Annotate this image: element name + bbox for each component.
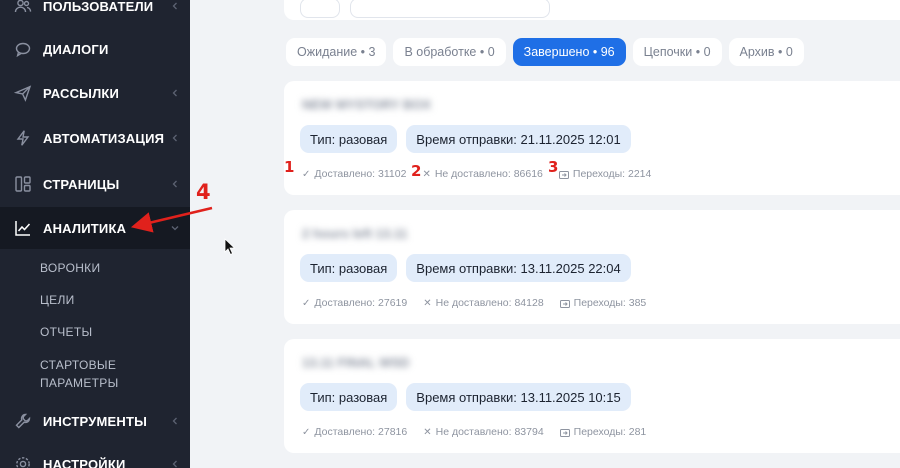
users-icon <box>14 0 32 15</box>
mailing-type-chip: Тип: разовая <box>300 125 398 153</box>
sidebar-item-label: НАСТРОЙКИ <box>43 456 126 468</box>
chevron-left-icon <box>172 460 177 468</box>
annotation-marker-4: 4 <box>196 180 211 204</box>
mailing-card[interactable]: 13.11 FINAL WSD Тип: разовая Время отпра… <box>284 339 900 453</box>
chevron-left-icon <box>172 2 177 10</box>
mailing-type-chip: Тип: разовая <box>300 383 398 411</box>
not-delivered-stat: ✕ Не доставлено: 86616 <box>422 168 543 180</box>
check-icon: ✓ <box>302 168 311 180</box>
delivered-stat: ✓ Доставлено: 27619 <box>302 297 408 309</box>
sidebar-item-tools[interactable]: ИНСТРУМЕНТЫ <box>0 401 190 441</box>
cross-icon: ✕ <box>422 168 431 180</box>
chevron-left-icon <box>172 180 177 188</box>
mailing-send-time-chip: Время отправки: 21.11.2025 12:01 <box>406 125 631 153</box>
tab-chains[interactable]: Цепочки • 0 <box>632 38 722 66</box>
cross-icon: ✕ <box>423 297 432 309</box>
chevron-left-icon <box>172 417 177 425</box>
delivered-stat: ✓ Доставлено: 31102 <box>302 168 407 180</box>
sidebar-item-label: ПОЛЬЗОВАТЕЛИ <box>43 0 154 14</box>
send-icon <box>14 84 32 102</box>
tab-completed[interactable]: Завершено • 96 <box>512 38 626 66</box>
sidebar-subitem-goals[interactable]: ЦЕЛИ <box>40 291 180 309</box>
not-delivered-stat: ✕ Не доставлено: 84128 <box>423 297 544 309</box>
toolbar-button[interactable] <box>300 0 340 18</box>
sidebar-item-pages[interactable]: СТРАНИЦЫ <box>0 164 190 204</box>
chevron-left-icon <box>172 134 177 142</box>
sidebar-item-mailings[interactable]: РАССЫЛКИ <box>0 73 190 113</box>
tab-archive[interactable]: Архив • 0 <box>728 38 804 66</box>
tab-pending[interactable]: Ожидание • 3 <box>286 38 387 66</box>
lightning-icon <box>14 129 32 147</box>
sidebar-item-label: АНАЛИТИКА <box>43 220 127 236</box>
annotation-marker-3: 3 <box>548 158 559 176</box>
mailing-title: 13.11 FINAL WSD <box>302 355 410 370</box>
folder-link-icon <box>559 299 570 308</box>
annotation-marker-1: 1 <box>284 158 295 176</box>
delivered-stat: ✓ Доставлено: 27816 <box>302 426 408 438</box>
sidebar-subitem-reports[interactable]: ОТЧЕТЫ <box>40 323 180 341</box>
wrench-icon <box>14 412 32 430</box>
clicks-stat: Переходы: 2214 <box>558 168 651 180</box>
sidebar-item-label: ДИАЛОГИ <box>43 41 109 57</box>
sidebar-item-analytics[interactable]: АНАЛИТИКА <box>0 207 190 249</box>
mouse-cursor-icon <box>224 238 236 256</box>
chevron-left-icon <box>172 89 177 97</box>
main-content: Ожидание • 3 В обработке • 0 Завершено •… <box>190 0 900 468</box>
tab-processing[interactable]: В обработке • 0 <box>393 38 506 66</box>
sidebar-item-settings[interactable]: НАСТРОЙКИ <box>0 444 190 468</box>
chat-icon <box>14 40 32 58</box>
mailing-card[interactable]: 2 hours left 13.11 Тип: разовая Время от… <box>284 210 900 324</box>
mailing-title: 2 hours left 13.11 <box>302 226 408 241</box>
not-delivered-stat: ✕ Не доставлено: 83794 <box>423 426 544 438</box>
mailing-type-chip: Тип: разовая <box>300 254 398 282</box>
pages-icon <box>14 175 32 193</box>
sidebar-subitem-funnels[interactable]: ВОРОНКИ <box>40 259 180 277</box>
toolbar-search[interactable] <box>350 0 550 18</box>
clicks-stat: Переходы: 281 <box>559 426 646 438</box>
gear-icon <box>14 455 32 468</box>
sidebar-item-dialogs[interactable]: ДИАЛОГИ <box>0 29 190 69</box>
clicks-stat: Переходы: 385 <box>559 297 646 309</box>
cross-icon: ✕ <box>423 426 432 438</box>
sidebar-item-label: СТРАНИЦЫ <box>43 176 120 192</box>
check-icon: ✓ <box>302 426 311 438</box>
annotation-marker-2: 2 <box>411 162 422 180</box>
folder-link-icon <box>559 428 570 437</box>
sidebar-item-label: ИНСТРУМЕНТЫ <box>43 413 148 429</box>
mailing-card[interactable]: NEW MYSTORY BOX Тип: разовая Время отпра… <box>284 81 900 195</box>
sidebar-item-label: РАССЫЛКИ <box>43 85 120 101</box>
folder-link-icon <box>558 170 569 179</box>
sidebar-item-label: АВТОМАТИЗАЦИЯ <box>43 130 165 146</box>
mailing-title: NEW MYSTORY BOX <box>302 97 432 112</box>
sidebar-item-users[interactable]: ПОЛЬЗОВАТЕЛИ <box>0 0 190 26</box>
sidebar-subitem-start-params[interactable]: СТАРТОВЫЕ ПАРАМЕТРЫ <box>40 356 180 392</box>
status-tabs: Ожидание • 3 В обработке • 0 Завершено •… <box>286 38 804 66</box>
chevron-down-icon <box>171 226 179 231</box>
top-toolbar <box>284 0 900 20</box>
sidebar: ПОЛЬЗОВАТЕЛИ ДИАЛОГИ РАССЫЛКИ АВТОМАТИЗА… <box>0 0 190 468</box>
chart-line-icon <box>14 219 32 237</box>
check-icon: ✓ <box>302 297 311 309</box>
sidebar-item-automation[interactable]: АВТОМАТИЗАЦИЯ <box>0 118 190 158</box>
mailing-send-time-chip: Время отправки: 13.11.2025 22:04 <box>406 254 631 282</box>
mailing-send-time-chip: Время отправки: 13.11.2025 10:15 <box>406 383 631 411</box>
